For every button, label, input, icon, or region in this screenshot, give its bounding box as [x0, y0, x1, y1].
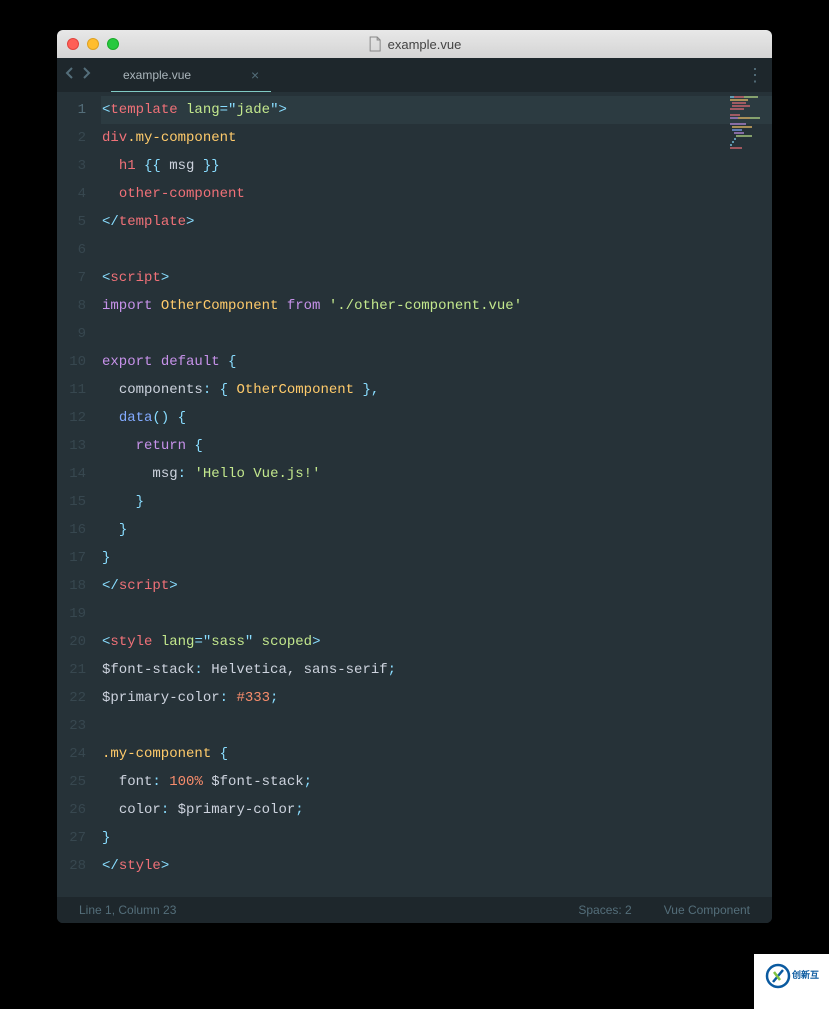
- indent-setting[interactable]: Spaces: 2: [578, 903, 631, 917]
- code-line: }: [102, 544, 772, 572]
- window-title-text: example.vue: [388, 37, 462, 52]
- traffic-lights: [67, 38, 119, 50]
- line-number[interactable]: 18: [57, 572, 102, 600]
- line-number[interactable]: 27: [57, 824, 102, 852]
- line-number[interactable]: 26: [57, 796, 102, 824]
- svg-text:创新互联: 创新互联: [791, 969, 819, 980]
- line-number[interactable]: 19: [57, 600, 102, 628]
- line-number[interactable]: 24: [57, 740, 102, 768]
- line-number[interactable]: 7: [57, 264, 102, 292]
- code-line: [102, 600, 772, 628]
- line-number[interactable]: 28: [57, 852, 102, 880]
- code-line: h1 {{ msg }}: [102, 152, 772, 180]
- statusbar: Line 1, Column 23 Spaces: 2 Vue Componen…: [57, 897, 772, 923]
- line-number[interactable]: 23: [57, 712, 102, 740]
- line-number[interactable]: 13: [57, 432, 102, 460]
- line-number[interactable]: 4: [57, 180, 102, 208]
- line-number[interactable]: 25: [57, 768, 102, 796]
- line-number[interactable]: 1: [57, 96, 102, 124]
- code-line: data() {: [102, 404, 772, 432]
- code-line: components: { OtherComponent },: [102, 376, 772, 404]
- minimize-window-button[interactable]: [87, 38, 99, 50]
- code-line: .my-component {: [102, 740, 772, 768]
- titlebar: example.vue: [57, 30, 772, 58]
- close-window-button[interactable]: [67, 38, 79, 50]
- tab-label: example.vue: [123, 68, 191, 82]
- code-line: </style>: [102, 852, 772, 880]
- nav-forward-button[interactable]: [81, 66, 91, 85]
- maximize-window-button[interactable]: [107, 38, 119, 50]
- line-number[interactable]: 9: [57, 320, 102, 348]
- code-line: font: 100% $font-stack;: [102, 768, 772, 796]
- nav-back-button[interactable]: [65, 66, 75, 85]
- syntax-mode[interactable]: Vue Component: [664, 903, 750, 917]
- code-line: </template>: [102, 208, 772, 236]
- line-number[interactable]: 6: [57, 236, 102, 264]
- line-number[interactable]: 15: [57, 488, 102, 516]
- code-line: import OtherComponent from './other-comp…: [102, 292, 772, 320]
- code-line: return {: [102, 432, 772, 460]
- gutter: 1234567891011121314151617181920212223242…: [57, 92, 102, 897]
- code-line: </script>: [102, 572, 772, 600]
- line-number[interactable]: 5: [57, 208, 102, 236]
- cursor-position[interactable]: Line 1, Column 23: [79, 903, 176, 917]
- code-line: }: [102, 516, 772, 544]
- watermark-logo: 创新互联: [754, 954, 829, 1009]
- code-line: div.my-component: [102, 124, 772, 152]
- line-number[interactable]: 12: [57, 404, 102, 432]
- tab-menu-button[interactable]: ⋮: [746, 65, 764, 86]
- line-number[interactable]: 21: [57, 656, 102, 684]
- minimap[interactable]: [730, 96, 768, 156]
- code-line: <template lang="jade">: [101, 96, 772, 124]
- line-number[interactable]: 2: [57, 124, 102, 152]
- line-number[interactable]: 8: [57, 292, 102, 320]
- code-line: $primary-color: #333;: [102, 684, 772, 712]
- code-line: <style lang="sass" scoped>: [102, 628, 772, 656]
- line-number[interactable]: 16: [57, 516, 102, 544]
- nav-arrows: [65, 66, 91, 85]
- editor-window: example.vue example.vue × ⋮ 123456789101…: [57, 30, 772, 923]
- line-number[interactable]: 10: [57, 348, 102, 376]
- code-line: [102, 712, 772, 740]
- line-number[interactable]: 14: [57, 460, 102, 488]
- code-line: [102, 320, 772, 348]
- file-icon: [368, 36, 382, 52]
- window-title: example.vue: [368, 36, 462, 52]
- line-number[interactable]: 20: [57, 628, 102, 656]
- code-line: export default {: [102, 348, 772, 376]
- code-line: <script>: [102, 264, 772, 292]
- line-number[interactable]: 17: [57, 544, 102, 572]
- code-line: msg: 'Hello Vue.js!': [102, 460, 772, 488]
- tab-example-vue[interactable]: example.vue ×: [111, 58, 271, 92]
- code-line: }: [102, 488, 772, 516]
- editor-body: 1234567891011121314151617181920212223242…: [57, 92, 772, 897]
- code-line: $font-stack: Helvetica, sans-serif;: [102, 656, 772, 684]
- code-line: other-component: [102, 180, 772, 208]
- code-area[interactable]: <template lang="jade"> div.my-component …: [102, 92, 772, 897]
- tabbar: example.vue × ⋮: [57, 58, 772, 92]
- code-line: }: [102, 824, 772, 852]
- line-number[interactable]: 22: [57, 684, 102, 712]
- code-line: color: $primary-color;: [102, 796, 772, 824]
- line-number[interactable]: 11: [57, 376, 102, 404]
- line-number[interactable]: 3: [57, 152, 102, 180]
- tab-close-button[interactable]: ×: [251, 67, 259, 83]
- code-line: [102, 236, 772, 264]
